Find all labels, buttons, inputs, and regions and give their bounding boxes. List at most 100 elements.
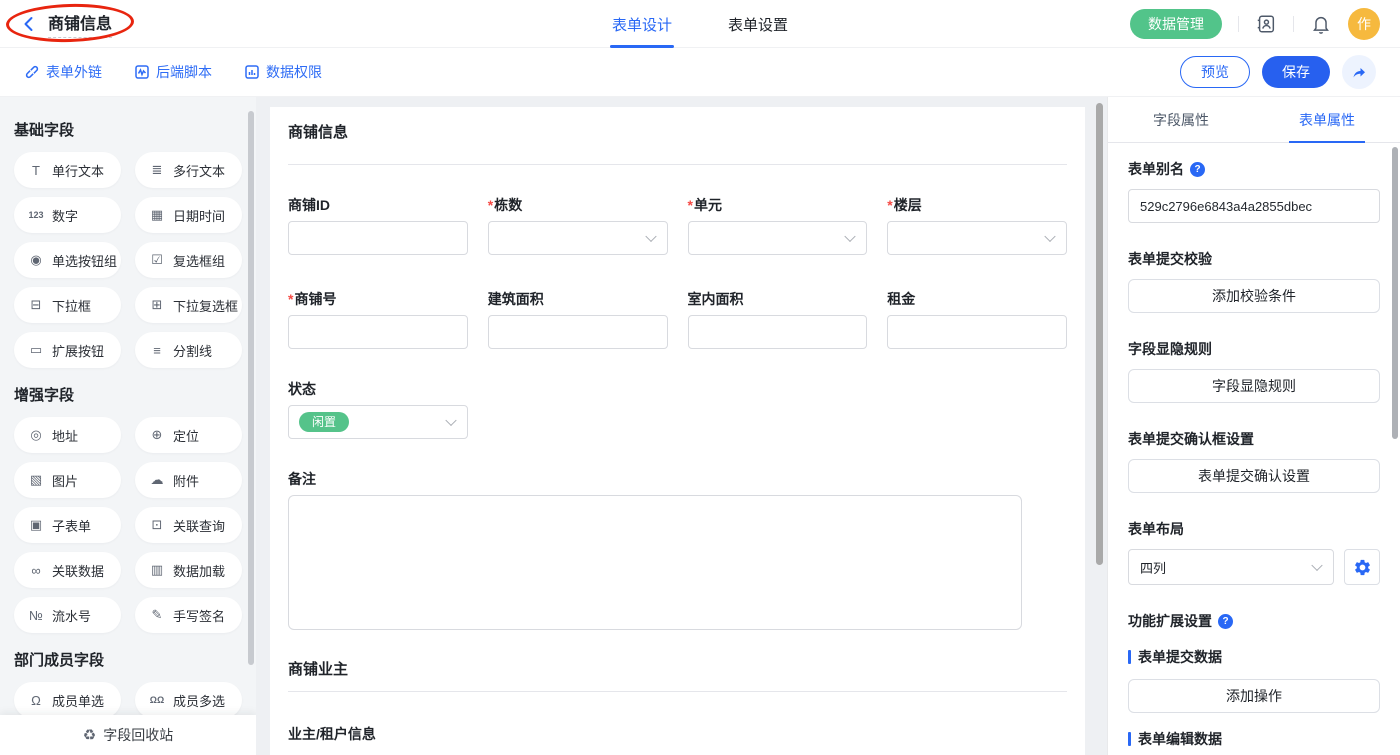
address-book-icon[interactable] [1255,13,1277,35]
field-item-address[interactable]: ◎地址 [14,417,121,453]
field-item-multi-line-text[interactable]: ≣多行文本 [135,152,242,188]
help-icon[interactable]: ? [1218,614,1233,629]
form-toolbar: 表单外链 后端脚本 数据权限 预览 保存 [0,48,1400,97]
field-label-text: 栋数 [494,195,522,215]
tab-form-properties[interactable]: 表单属性 [1254,97,1400,142]
add-validation-button[interactable]: 添加校验条件 [1128,279,1380,313]
external-link-label: 表单外链 [46,62,102,82]
section-divider [288,164,1067,165]
tab-field-properties[interactable]: 字段属性 [1108,97,1254,142]
submit-data-add-button[interactable]: 添加操作 [1128,679,1380,713]
tab-form-properties-label: 表单属性 [1299,110,1355,130]
notification-bell-icon[interactable] [1310,13,1332,35]
form-layout-label-text: 表单布局 [1128,519,1184,539]
user-avatar[interactable]: 作 [1348,8,1380,40]
form-alias-input[interactable]: 529c2796e6843a4a2855dbec [1128,189,1380,223]
subform-label-text: 业主/租户信息 [288,724,376,744]
backend-script-action[interactable]: 后端脚本 [134,62,212,82]
submit-data-label: 表单提交数据 [1128,647,1380,667]
field-item-data-load[interactable]: ▥数据加载 [135,552,242,588]
share-button[interactable] [1342,55,1376,89]
tab-form-design[interactable]: 表单设计 [612,0,672,48]
field-unit[interactable]: *单元 [688,195,868,255]
field-recycle-bin[interactable]: ♻ 字段回收站 [0,715,256,755]
field-item-dropdown[interactable]: ⊟下拉框 [14,287,121,323]
status-select[interactable]: 闲置 [288,405,468,439]
rent-input[interactable] [887,315,1067,349]
required-mark: * [288,291,293,307]
data-permission-action[interactable]: 数据权限 [244,62,322,82]
extension-settings-label-text: 功能扩展设置 [1128,611,1212,631]
building-area-input[interactable] [488,315,668,349]
field-label: 状态 [288,379,468,399]
field-indoor-area[interactable]: 室内面积 [688,289,868,349]
form-section-title-owner: 商铺业主 [288,658,1067,679]
remark-textarea[interactable] [288,495,1022,630]
floor-select[interactable] [887,221,1067,255]
bar-chart-icon: ▥ [148,562,166,578]
field-item-member-single[interactable]: Ω成员单选 [14,682,121,718]
field-label: 商铺ID [288,195,468,215]
building-number-select[interactable] [488,221,668,255]
canvas-scrollbar[interactable] [1096,103,1103,565]
field-item-attachment[interactable]: ☁附件 [135,462,242,498]
field-building-number[interactable]: *栋数 [488,195,668,255]
submit-data-label-text: 表单提交数据 [1138,647,1222,667]
field-item-geolocation[interactable]: ⊕定位 [135,417,242,453]
field-visibility-label: 字段显隐规则 [1128,339,1380,359]
shop-number-input[interactable] [288,315,468,349]
field-shop-id[interactable]: 商铺ID [288,195,468,255]
panel-scrollbar[interactable] [1392,147,1398,439]
field-label: 租金 [887,289,1067,309]
header-tabs: 表单设计 表单设置 [612,0,788,48]
layout-select[interactable]: 四列 [1128,549,1334,585]
field-item-single-line-text[interactable]: T单行文本 [14,152,121,188]
field-item-serial-number[interactable]: №流水号 [14,597,121,633]
field-item-member-multi[interactable]: ΩΩ成员多选 [135,682,242,718]
submit-confirm-button[interactable]: 表单提交确认设置 [1128,459,1380,493]
field-item-divider-line[interactable]: ≡分割线 [135,332,242,368]
preview-button[interactable]: 预览 [1180,56,1250,88]
field-floor[interactable]: *楼层 [887,195,1067,255]
form-designer-app: 商铺信息 表单设计 表单设置 数据管理 作 表单外链 后端脚本 [0,0,1400,755]
help-icon[interactable]: ? [1190,162,1205,177]
enhanced-fields-grid: ◎地址 ⊕定位 ▧图片 ☁附件 ▣子表单 ⊡关联查询 ∞关联数据 ▥数据加载 №… [14,417,242,633]
indoor-area-input[interactable] [688,315,868,349]
field-item-label: 地址 [52,426,78,445]
recycle-icon: ♻ [83,726,96,744]
field-item-datetime[interactable]: ▦日期时间 [135,197,242,233]
field-item-image[interactable]: ▧图片 [14,462,121,498]
field-item-relation-query[interactable]: ⊡关联查询 [135,507,242,543]
external-link-action[interactable]: 表单外链 [24,62,102,82]
field-item-relation-data[interactable]: ∞关联数据 [14,552,121,588]
form-title: 商铺信息 [48,10,112,38]
data-manage-button[interactable]: 数据管理 [1130,9,1222,39]
tab-form-settings[interactable]: 表单设置 [728,0,788,48]
field-item-checkbox-group[interactable]: ☑复选框组 [135,242,242,278]
field-visibility-button[interactable]: 字段显隐规则 [1128,369,1380,403]
field-remark[interactable]: 备注 [288,469,1067,630]
app-header: 商铺信息 表单设计 表单设置 数据管理 作 [0,0,1400,48]
field-status[interactable]: 状态 闲置 [288,379,468,439]
sidebar-scrollbar[interactable] [248,111,254,665]
data-permission-label: 数据权限 [266,62,322,82]
layout-settings-button[interactable] [1344,549,1380,585]
back-navigation[interactable]: 商铺信息 [20,10,112,38]
script-icon [134,64,150,80]
shop-id-input[interactable] [288,221,468,255]
field-item-extend-button[interactable]: ▭扩展按钮 [14,332,121,368]
field-building-area[interactable]: 建筑面积 [488,289,668,349]
chevron-down-icon [1044,231,1055,242]
save-button[interactable]: 保存 [1262,56,1330,88]
field-shop-number[interactable]: *商铺号 [288,289,468,349]
form-alias-label-text: 表单别名 [1128,159,1184,179]
field-rent[interactable]: 租金 [887,289,1067,349]
field-item-multi-dropdown[interactable]: ⊞下拉复选框 [135,287,242,323]
field-item-number[interactable]: 123数字 [14,197,121,233]
field-item-subform[interactable]: ▣子表单 [14,507,121,543]
field-item-radio-group[interactable]: ◉单选按钮组 [14,242,121,278]
field-item-signature[interactable]: ✎手写签名 [135,597,242,633]
field-label-text: 商铺ID [288,195,330,215]
unit-select[interactable] [688,221,868,255]
field-row-1: 商铺ID *栋数 *单元 *楼层 [288,195,1067,255]
